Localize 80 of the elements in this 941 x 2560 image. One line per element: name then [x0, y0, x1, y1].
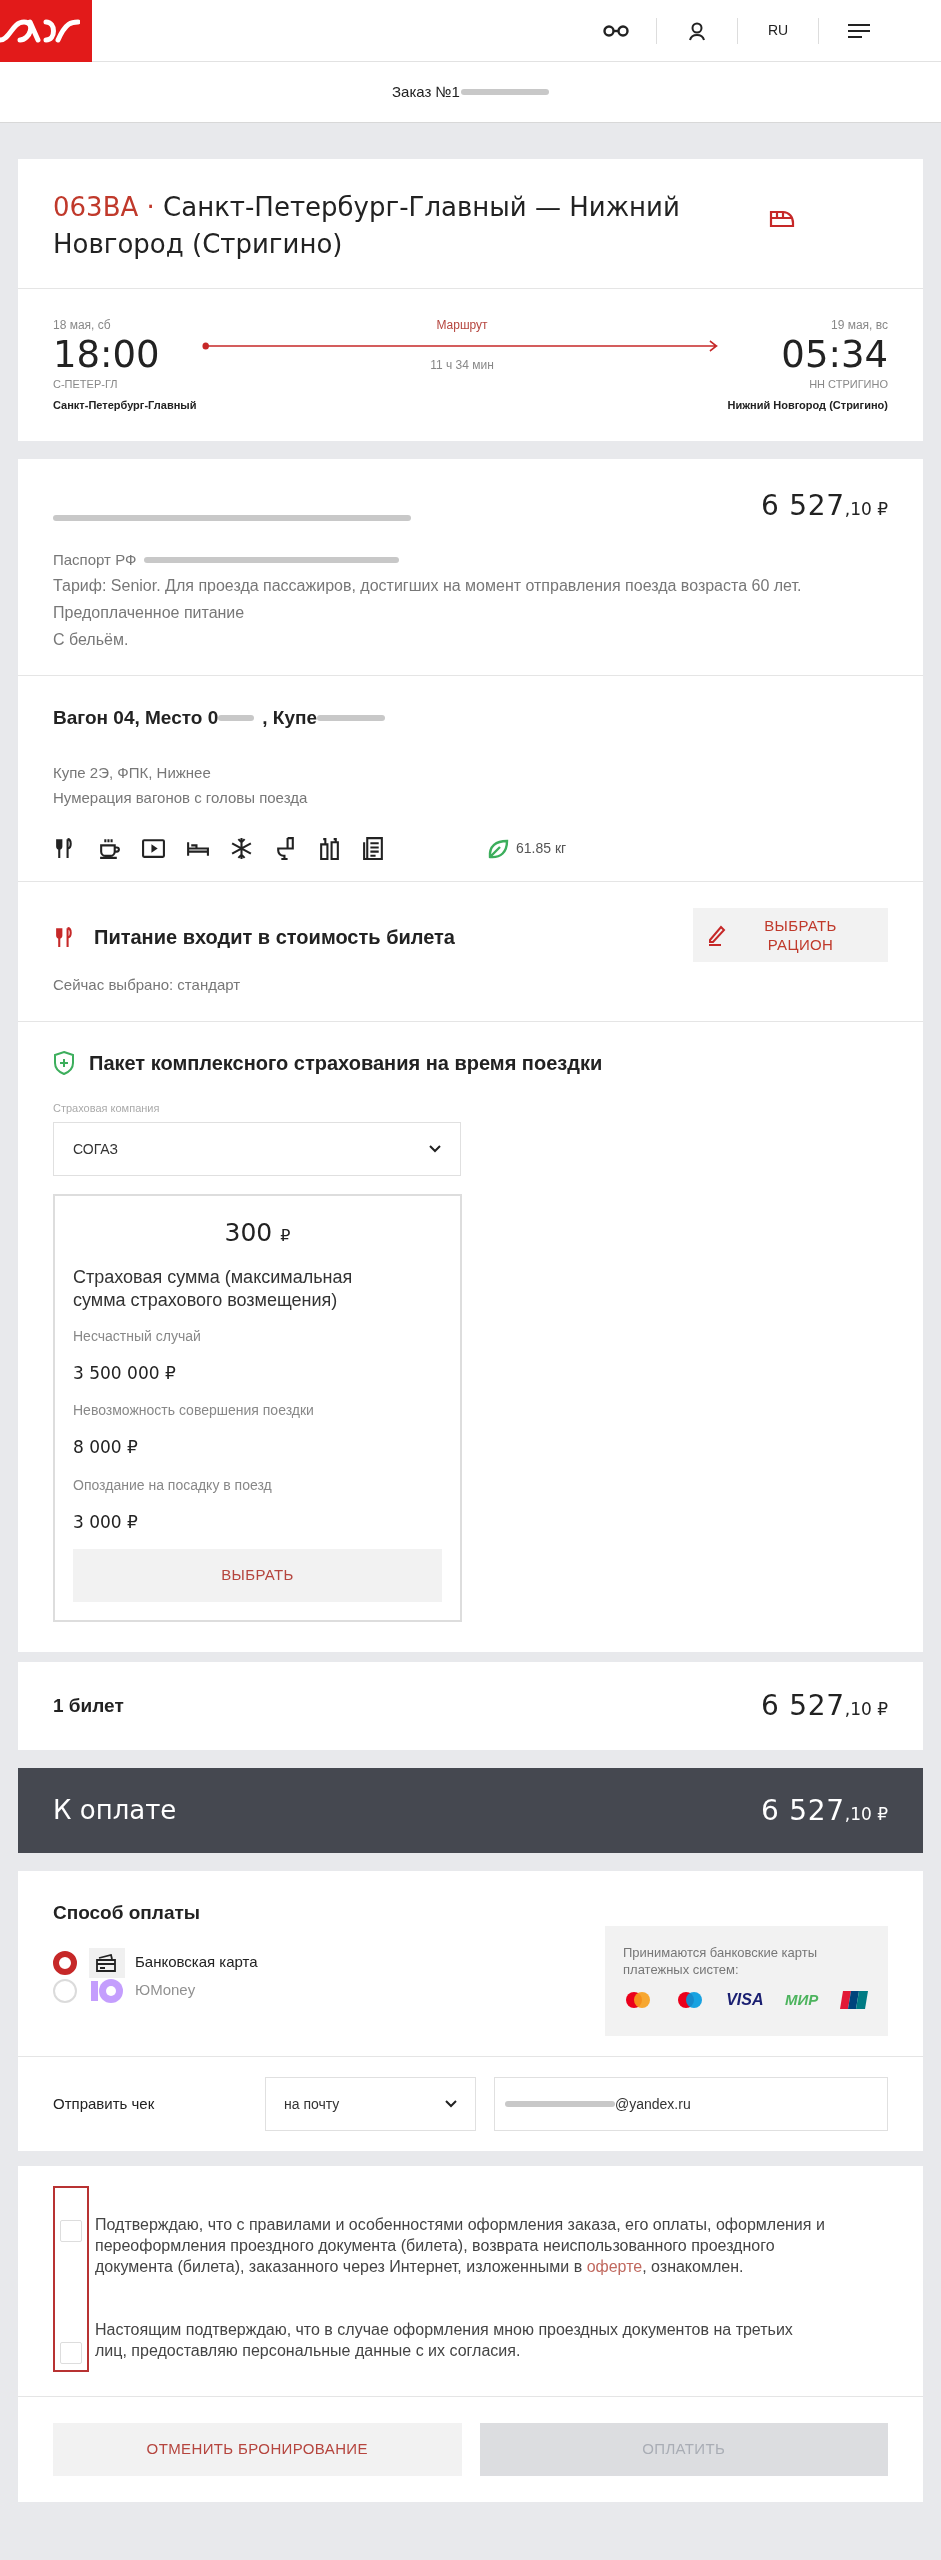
arrival-code: НН СТРИГИНО	[809, 377, 888, 392]
cup-icon	[97, 836, 122, 861]
card-icon	[89, 1947, 125, 1978]
leaf-icon	[487, 837, 509, 860]
language-button[interactable]: RU	[738, 20, 818, 41]
redaction-bar	[317, 714, 385, 721]
receipt-label: Отправить чек	[53, 2093, 156, 2114]
mir-logo: МИР	[785, 1989, 819, 2010]
unionpay-icon	[839, 1990, 868, 2010]
yoomoney-icon	[89, 1977, 125, 2004]
seat-title: Вагон 04, Место 0	[53, 705, 219, 730]
play-icon	[141, 836, 166, 861]
departure-station: Санкт-Петербург-Главный	[53, 397, 197, 413]
user-icon	[688, 20, 706, 41]
coverage-label: Невозможность совершения поездки	[73, 1401, 315, 1420]
menu-icon	[848, 23, 870, 38]
insurance-title: Пакет комплексного страхования на время поездки	[89, 1050, 603, 1076]
wagon-detail: Купе 2Э, ФПК, Нижнее	[53, 763, 212, 783]
train-icon	[769, 209, 795, 229]
offer-link[interactable]: оферте	[586, 2258, 643, 2275]
pencil-icon	[707, 924, 727, 946]
current-ration: Сейчас выбрано: стандарт	[53, 975, 242, 995]
total-label: К оплате	[53, 1794, 177, 1827]
co2-value: 61.85 кг	[516, 839, 567, 858]
wagon-detail: Нумерация вагонов с головы поезда	[53, 788, 309, 808]
price: 6 527,10 ₽	[761, 1688, 888, 1724]
chevron-down-icon	[429, 1145, 441, 1153]
departure-code: С-ПЕТЕР-ГЛ	[53, 377, 119, 392]
ticket-detail: С бельём.	[53, 629, 130, 650]
payment-title: Способ оплаты	[53, 1901, 201, 1925]
glasses-icon	[603, 23, 629, 38]
select-insurance-button[interactable]: ВЫБРАТЬ	[73, 1549, 442, 1602]
visa-logo: VISA	[726, 1990, 764, 2010]
train-title: 063ВА · Санкт-Петербург-Главный — Нижний Новгород (Стригино)	[53, 191, 681, 261]
mastercard-icon	[623, 1990, 653, 2010]
choose-ration-button[interactable]: ВЫБРАТЬ РАЦИОН	[693, 908, 888, 962]
coverage-amount: 8 000 ₽	[73, 1436, 139, 1459]
ticket-detail: Предоплаченное питание	[53, 602, 246, 623]
price: 6 527,10 ₽	[761, 1792, 888, 1829]
redaction-bar	[218, 714, 255, 721]
consent-text: Настоящим подтверждаю, что в случае оформления мною проездных документов на третьих лиц, предоставляю персональные данные с их согласия.	[95, 2320, 794, 2361]
newspaper-icon	[361, 836, 386, 861]
compartment-label: , Купе	[262, 705, 317, 730]
checkbox[interactable]	[60, 2220, 82, 2242]
coverage-amount: 3 000 ₽	[73, 1510, 139, 1534]
receipt-method-select[interactable]: на почту	[265, 2077, 476, 2131]
coverage-label: Опоздание на посадку в поезд	[73, 1475, 273, 1495]
method-label: Банковская карта	[135, 1952, 258, 1973]
logo[interactable]	[0, 0, 92, 62]
payment-method[interactable]: Банковская карта	[53, 1947, 258, 1978]
document-type: Паспорт РФ	[53, 550, 137, 570]
snowflake-icon	[229, 836, 254, 861]
departure-date: 18 мая, сб	[53, 317, 112, 334]
departure-time: 18:00	[53, 334, 161, 376]
consent-text: Подтверждаю, что с правилами и особенностями оформления заказа, его оплаты, оформления и переоформления проездного документа (билета), возврата неиспользованного проездного документа (билета), заказанного через Интернет, изложенными в оферте, ознакомлен.	[95, 2215, 826, 2277]
price: 6 527,10 ₽	[761, 488, 888, 524]
arrival-date: 19 мая, вс	[831, 317, 888, 334]
ticket-detail: Тариф: Senior. Для проезда пассажиров, достигших на момент отправления поезда возраста 60 лет.	[53, 575, 803, 596]
cancel-booking-button[interactable]: ОТМЕНИТЬ БРОНИРОВАНИЕ	[53, 2423, 462, 2476]
route-link[interactable]: Маршрут	[436, 316, 488, 334]
shield-plus-icon	[53, 1049, 75, 1076]
duration: 11 ч 34 мин	[430, 357, 494, 374]
order-title: Заказ №1	[392, 81, 460, 102]
meal-title: Питание входит в стоимость билета	[94, 925, 455, 950]
bottles-icon	[317, 836, 342, 861]
ticket-count: 1 билет	[53, 1693, 124, 1718]
chevron-down-icon	[445, 2100, 457, 2108]
checkbox[interactable]	[60, 2342, 82, 2364]
method-label: ЮMoney	[135, 1980, 196, 2001]
arrival-station: Нижний Новгород (Стригино)	[727, 397, 888, 413]
radio-button[interactable]	[53, 1950, 77, 1975]
insurance-company-select[interactable]: СОГАЗ	[53, 1122, 461, 1176]
email-field[interactable]: @yandex.ru	[494, 2077, 888, 2131]
coverage-label: Несчастный случай	[73, 1326, 202, 1346]
field-label: Страховая компания	[53, 1100, 161, 1116]
insurance-price: 300 ₽	[223, 1217, 292, 1249]
coverage-amount: 3 500 000 ₽	[73, 1361, 177, 1385]
insured-sum-title: Страховая сумма (максимальная сумма страхового возмещения)	[73, 1265, 354, 1312]
accepted-cards-note: Принимаются банковские карты платежных систем:	[623, 1944, 818, 1978]
arrival-time: 05:34	[781, 334, 888, 376]
